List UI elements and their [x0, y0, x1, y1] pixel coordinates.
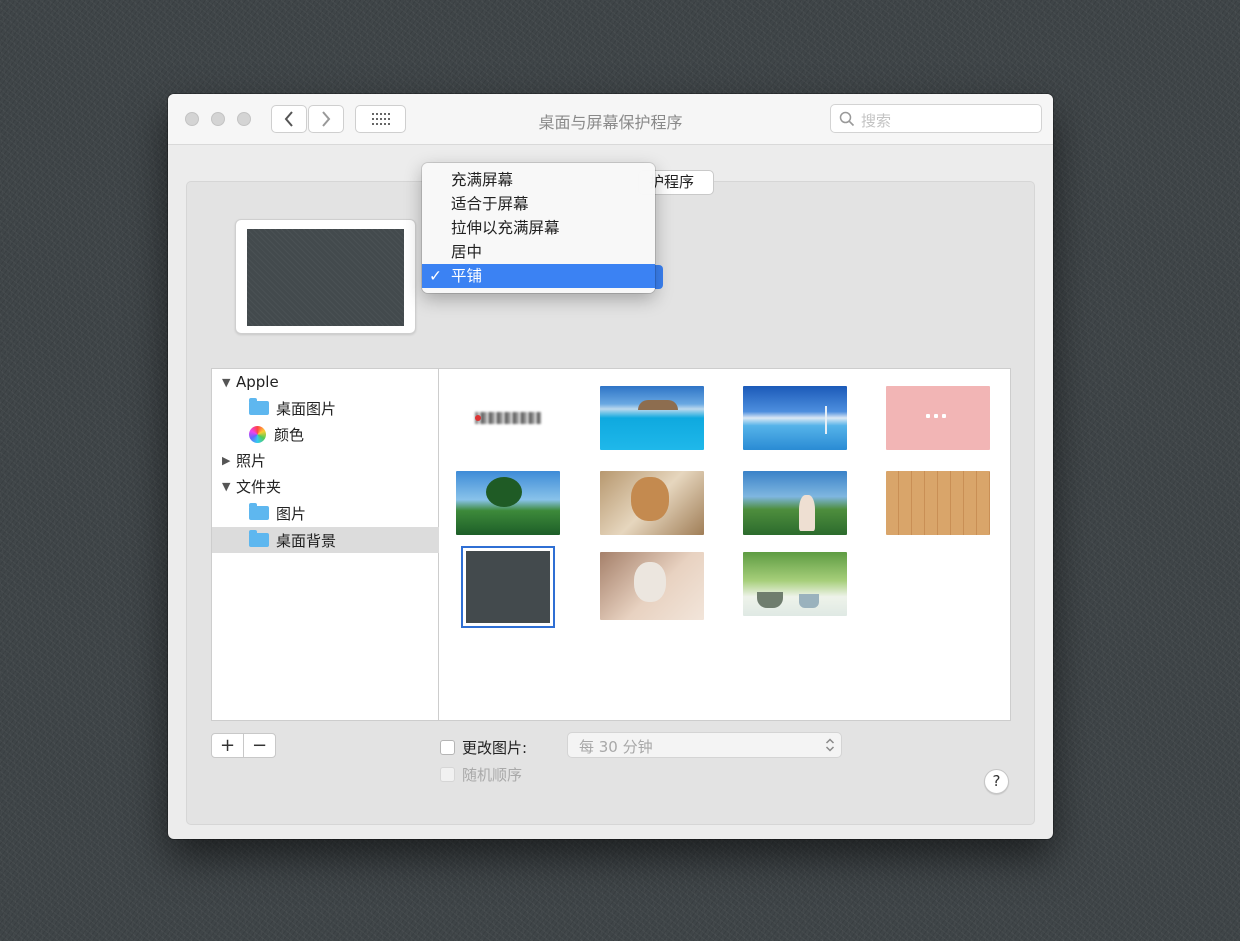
disclosure-expanded-icon[interactable]: ▼ [222, 376, 236, 389]
wallpaper-grid [439, 368, 1011, 721]
menu-item-tile[interactable]: ✓ 平铺 [422, 264, 655, 288]
menu-item-fill-screen[interactable]: 充满屏幕 [422, 168, 655, 192]
plus-icon: + [219, 735, 236, 756]
sidebar-item-label: 桌面背景 [276, 531, 337, 550]
menu-item-label: 适合于屏幕 [451, 195, 529, 213]
thumbnail-kitten-looking-up[interactable] [600, 552, 704, 620]
thumbnail-dark-gray-texture[interactable] [461, 546, 555, 628]
change-picture-checkbox[interactable] [440, 740, 455, 755]
checkmark-icon: ✓ [429, 267, 442, 285]
menu-item-label: 平铺 [451, 267, 483, 285]
thumbnail-anime-forest-girl[interactable] [743, 471, 847, 535]
sidebar-group-apple[interactable]: ▼ Apple [212, 369, 448, 395]
remove-folder-button[interactable]: − [243, 733, 276, 758]
random-order-checkbox[interactable] [440, 767, 455, 782]
sidebar-item-label: 图片 [276, 504, 307, 523]
thumbnail-blue-ocean-horizon[interactable] [743, 386, 847, 450]
interval-popup[interactable]: 每 30 分钟 [567, 732, 842, 758]
menu-item-center[interactable]: 居中 [422, 240, 655, 264]
disclosure-expanded-icon[interactable]: ▼ [222, 480, 236, 493]
add-folder-button[interactable]: + [211, 733, 244, 758]
sidebar-item-label: 颜色 [274, 425, 305, 444]
menu-item-stretch-to-fill[interactable]: 拉伸以充满屏幕 [422, 216, 655, 240]
source-sidebar: ▼ Apple 桌面图片 颜色 ▶ 照片 ▼ 文件夹 图片 桌面背景 [211, 368, 475, 721]
sidebar-item-colors[interactable]: 颜色 [212, 421, 475, 447]
scaling-popup-button[interactable] [655, 265, 663, 289]
menu-item-label: 居中 [451, 243, 483, 261]
menu-item-label: 充满屏幕 [451, 171, 514, 189]
selected-thumbnail-image [466, 551, 550, 623]
sidebar-item-desktop-backgrounds[interactable]: 桌面背景 [212, 527, 475, 553]
folder-icon [249, 503, 269, 520]
interval-value: 每 30 分钟 [579, 738, 653, 756]
thumbnail-green-plants-pots[interactable] [743, 552, 847, 616]
thumbnail-pink-pattern[interactable] [886, 386, 990, 450]
title-bar: 桌面与屏幕保护程序 搜索 [168, 94, 1053, 145]
folder-icon [249, 530, 269, 547]
thumbnail-wood-planks[interactable] [886, 471, 990, 535]
sidebar-item-label: 桌面图片 [276, 399, 337, 418]
updown-arrows-icon [825, 738, 835, 752]
search-icon [839, 111, 855, 127]
random-order-label: 随机顺序 [462, 766, 523, 784]
search-field[interactable]: 搜索 [830, 104, 1042, 133]
sidebar-item-desktop-pictures[interactable]: 桌面图片 [212, 395, 475, 421]
minus-icon: − [251, 735, 268, 756]
change-picture-label: 更改图片: [462, 739, 528, 757]
sidebar-group-folders[interactable]: ▼ 文件夹 [212, 473, 448, 499]
sidebar-group-label: 文件夹 [236, 477, 282, 496]
preferences-window: 桌面与屏幕保护程序 搜索 护程序 ▼ Apple 桌面图片 颜色 ▶ 照片 ▼ … [168, 94, 1053, 839]
color-wheel-icon [249, 425, 266, 443]
sidebar-group-photos[interactable]: ▶ 照片 [212, 447, 448, 473]
scaling-dropdown-menu: 充满屏幕 适合于屏幕 拉伸以充满屏幕 居中 ✓ 平铺 [422, 163, 655, 293]
search-placeholder: 搜索 [861, 112, 892, 130]
change-picture-option[interactable]: 更改图片: [440, 737, 527, 758]
thumbnail-green-tree-landscape[interactable] [456, 471, 560, 535]
sidebar-item-pictures[interactable]: 图片 [212, 500, 475, 526]
thumbnail-blurred-logo[interactable] [471, 386, 575, 450]
menu-item-label: 拉伸以充满屏幕 [451, 219, 560, 237]
wallpaper-preview-image [247, 229, 404, 326]
help-button[interactable]: ? [984, 769, 1009, 794]
wallpaper-preview [235, 219, 416, 334]
thumbnail-cat-in-hoodie[interactable] [600, 471, 704, 535]
tab-screen-saver-label: 护程序 [649, 173, 695, 191]
disclosure-collapsed-icon[interactable]: ▶ [222, 454, 236, 467]
menu-item-fit-to-screen[interactable]: 适合于屏幕 [422, 192, 655, 216]
help-icon: ? [992, 772, 1001, 790]
folder-icon [249, 398, 269, 415]
random-order-option[interactable]: 随机顺序 [440, 764, 522, 785]
sidebar-group-label: Apple [236, 373, 279, 391]
sidebar-group-label: 照片 [236, 451, 267, 470]
thumbnail-beach-resort-pool[interactable] [600, 386, 704, 450]
